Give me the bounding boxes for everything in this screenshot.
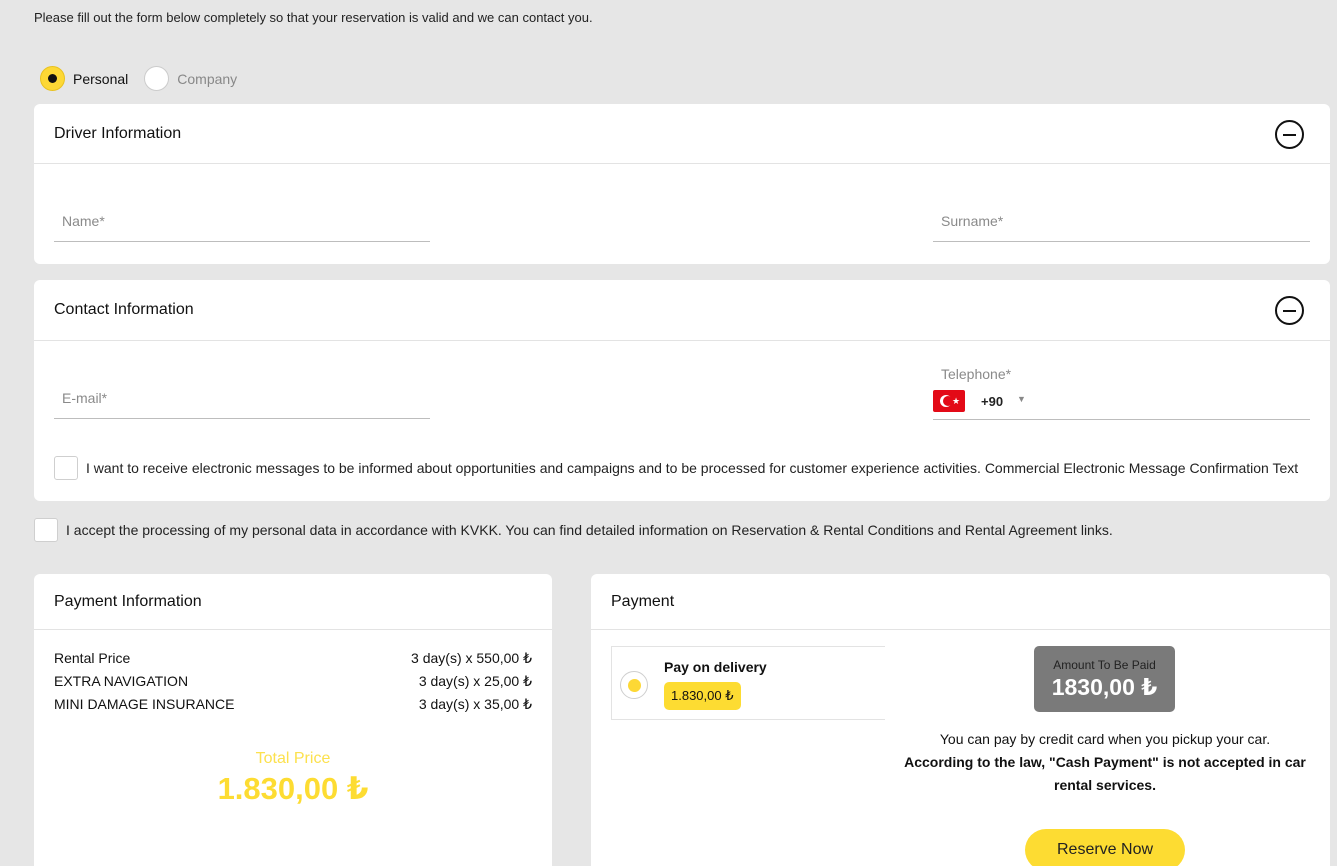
contact-information-title: Contact Information bbox=[54, 301, 194, 318]
payment-information-card: Payment Information Rental Price 3 day(s… bbox=[34, 574, 552, 866]
name-input[interactable]: Name* bbox=[54, 204, 430, 242]
price-row-rental: Rental Price 3 day(s) x 550,00 ₺ bbox=[54, 650, 532, 667]
company-radio[interactable] bbox=[144, 66, 170, 91]
amount-to-be-paid-label: Amount To Be Paid bbox=[1053, 658, 1156, 672]
radio-dot bbox=[48, 74, 57, 83]
payment-title: Payment bbox=[611, 592, 675, 610]
customer-type-selector: Personal Company bbox=[40, 66, 253, 91]
telephone-label: Telephone* bbox=[941, 366, 1012, 382]
price-row-label: MINI DAMAGE INSURANCE bbox=[54, 696, 235, 712]
electronic-messages-text[interactable]: I want to receive electronic messages to… bbox=[86, 460, 1298, 476]
email-input[interactable]: E-mail* bbox=[54, 380, 430, 419]
driver-information-title: Driver Information bbox=[54, 124, 182, 142]
price-row-value: 3 day(s) x 550,00 ₺ bbox=[411, 650, 532, 666]
payment-information-title: Payment Information bbox=[54, 592, 202, 610]
pay-on-delivery-radio[interactable] bbox=[620, 671, 648, 699]
collapse-minus-icon[interactable] bbox=[1275, 120, 1304, 149]
intro-text: Please fill out the form below completel… bbox=[34, 10, 593, 25]
surname-input[interactable]: Surname* bbox=[933, 204, 1310, 242]
electronic-messages-consent: I want to receive electronic messages to… bbox=[54, 456, 1298, 480]
contact-information-header[interactable]: Contact Information bbox=[34, 280, 1330, 341]
payment-information-header: Payment Information bbox=[34, 574, 552, 630]
price-row-label: EXTRA NAVIGATION bbox=[54, 673, 189, 689]
country-code[interactable]: +90 bbox=[981, 394, 1003, 409]
amount-to-be-paid-box: Amount To Be Paid 1830,00 ₺ bbox=[1034, 646, 1175, 712]
pay-on-delivery-option[interactable]: Pay on delivery 1.830,00 ₺ bbox=[611, 646, 885, 720]
personal-radio[interactable] bbox=[40, 66, 65, 91]
price-row-value: 3 day(s) x 35,00 ₺ bbox=[418, 696, 532, 712]
total-price-value: 1.830,00 ₺ bbox=[217, 771, 369, 806]
pay-on-delivery-title: Pay on delivery bbox=[664, 659, 767, 675]
telephone-input[interactable]: Telephone* ★ +90 ▼ bbox=[933, 364, 1310, 420]
cash-payment-law-note: According to the law, "Cash Payment" is … bbox=[904, 754, 1306, 793]
pay-on-delivery-amount: 1.830,00 ₺ bbox=[664, 682, 741, 710]
payment-card: Payment Pay on delivery 1.830,00 ₺ Amoun… bbox=[591, 574, 1330, 866]
collapse-minus-icon[interactable] bbox=[1275, 296, 1304, 325]
credit-card-note: You can pay by credit card when you pick… bbox=[939, 731, 1271, 747]
turkey-flag-icon[interactable]: ★ bbox=[933, 390, 965, 412]
kvkk-checkbox[interactable] bbox=[34, 518, 58, 542]
amount-to-be-paid-value: 1830,00 ₺ bbox=[1051, 674, 1158, 700]
reserve-now-button[interactable]: Reserve Now bbox=[1025, 829, 1185, 866]
price-row-insurance: MINI DAMAGE INSURANCE 3 day(s) x 35,00 ₺ bbox=[54, 696, 532, 713]
personal-label[interactable]: Personal bbox=[73, 71, 128, 87]
driver-information-card: Driver Information Name* Surname* bbox=[34, 104, 1330, 264]
price-row-label: Rental Price bbox=[54, 650, 131, 666]
total-price-label: Total Price bbox=[255, 750, 331, 767]
email-placeholder: E-mail* bbox=[62, 390, 108, 406]
kvkk-text[interactable]: I accept the processing of my personal d… bbox=[66, 522, 1113, 538]
electronic-messages-checkbox[interactable] bbox=[54, 456, 78, 480]
company-label[interactable]: Company bbox=[177, 71, 237, 87]
price-row-navigation: EXTRA NAVIGATION 3 day(s) x 25,00 ₺ bbox=[54, 673, 532, 690]
price-row-value: 3 day(s) x 25,00 ₺ bbox=[418, 673, 532, 689]
caret-down-icon[interactable]: ▼ bbox=[1017, 394, 1026, 404]
payment-header: Payment bbox=[591, 574, 1330, 630]
name-placeholder: Name* bbox=[62, 213, 105, 229]
contact-information-card: Contact Information E-mail* Telephone* ★… bbox=[34, 280, 1330, 501]
radio-dot bbox=[627, 678, 641, 692]
driver-information-header[interactable]: Driver Information bbox=[34, 104, 1330, 164]
kvkk-consent: I accept the processing of my personal d… bbox=[34, 518, 1113, 542]
surname-placeholder: Surname* bbox=[941, 213, 1004, 229]
